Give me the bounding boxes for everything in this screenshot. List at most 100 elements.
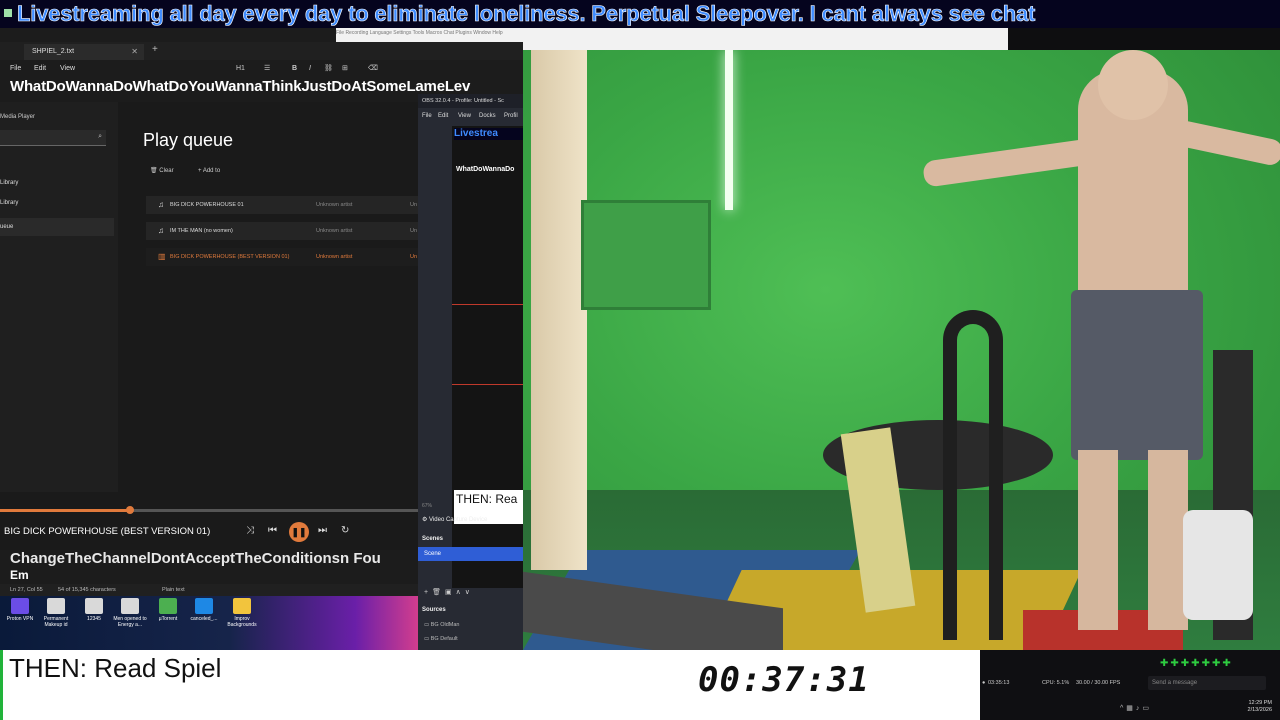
desktop-icon[interactable]: 12345 xyxy=(76,598,112,622)
clear-format-icon[interactable]: ⌫ xyxy=(368,62,378,76)
page-title: Play queue xyxy=(143,130,234,150)
add-scene-icon[interactable]: + xyxy=(424,589,432,596)
search-input[interactable]: ⌕ xyxy=(0,130,106,146)
app-shortcut-icon xyxy=(121,598,139,614)
desktop-icon[interactable]: Proton VPN xyxy=(2,598,38,622)
preview-divider xyxy=(452,384,523,385)
sidebar-item-library[interactable]: Library xyxy=(0,180,18,186)
obs-menu-view[interactable]: View xyxy=(458,110,471,122)
source-properties-label: ⚙ Video Capture Device xyxy=(418,514,523,526)
system-clock[interactable]: 12:29 PM 2/13/2026 xyxy=(1248,700,1272,714)
music-note-icon: ♫ xyxy=(158,200,164,209)
menu-edit[interactable]: Edit xyxy=(34,62,46,76)
seek-bar[interactable] xyxy=(0,506,418,514)
gear-icon[interactable]: ⚙ xyxy=(422,517,429,523)
app-icon xyxy=(4,9,12,17)
menu-file[interactable]: File xyxy=(10,62,21,76)
desktop-icon-label: Proton VPN xyxy=(6,616,34,622)
list-icon[interactable]: ☰ xyxy=(264,62,270,76)
stream-banner: Livestreaming all day every day to elimi… xyxy=(0,0,1280,28)
source-item[interactable]: ▭ BG OldMan xyxy=(424,622,459,628)
clock-time: 12:29 PM xyxy=(1248,700,1272,706)
network-icon[interactable]: ▦ xyxy=(1126,705,1136,712)
previous-icon[interactable]: ⏮︎ xyxy=(268,525,277,536)
heading-dropdown[interactable]: H1 xyxy=(236,62,245,76)
source-item[interactable]: ▭ BG Default xyxy=(424,636,458,642)
shuffle-icon[interactable]: ⤨ xyxy=(246,525,254,536)
app-shortcut-icon xyxy=(47,598,65,614)
chat-input[interactable]: Send a message xyxy=(1148,676,1266,690)
link-icon[interactable]: ⛓ xyxy=(324,62,333,76)
seek-handle[interactable] xyxy=(125,506,134,514)
notepad-tab[interactable]: SHPIEL_2.txt ✕ xyxy=(24,44,144,60)
desktop-icon[interactable]: Improv Backgrounds xyxy=(224,598,260,628)
desktop-icon-label: Improv Backgrounds xyxy=(227,616,257,628)
close-tab-icon[interactable]: ✕ xyxy=(131,44,138,60)
obs-menu-docks[interactable]: Docks xyxy=(479,110,496,122)
desktop-icon[interactable]: Men opened to Energy a... xyxy=(112,598,148,628)
preview-text: WhatDoWannaDo xyxy=(456,166,515,173)
pause-button[interactable]: ❚❚ xyxy=(289,522,309,542)
notepad-text-line[interactable]: ChangeTheChannelDontAcceptTheConditionsn… xyxy=(10,550,381,567)
filter-icon[interactable]: ▣ xyxy=(445,589,456,596)
desktop-icon[interactable]: canceled_... xyxy=(186,598,222,622)
background-window-strip xyxy=(0,28,336,42)
controller-icon: ✚ xyxy=(1170,658,1181,669)
preview-banner: Livestrea xyxy=(454,128,523,140)
queue-row-title: IM THE MAN (no women) xyxy=(170,228,233,234)
next-icon[interactable]: ⏭︎ xyxy=(318,525,327,536)
media-player-title: Media Player xyxy=(0,114,36,120)
new-tab-icon[interactable]: + xyxy=(152,44,158,55)
notepad-tab-title: SHPIEL_2.txt xyxy=(32,48,75,55)
timer-panel: 00:37:31 xyxy=(698,650,980,720)
obs-menu-profile[interactable]: Profil xyxy=(504,110,518,122)
app-shortcut-icon xyxy=(159,598,177,614)
notepad-window: SHPIEL_2.txt ✕ + File Edit View H1 ☰ B I… xyxy=(0,42,523,102)
desktop-icon-label: 12345 xyxy=(87,616,101,622)
playback-controls: BIG DICK POWERHOUSE (BEST VERSION 01) ⤨ … xyxy=(0,516,418,550)
repeat-icon[interactable]: ↻ xyxy=(341,525,349,536)
app-shortcut-icon xyxy=(85,598,103,614)
clear-button[interactable]: 🗑︎ Clear xyxy=(150,164,174,178)
equalizer-icon: ▥ xyxy=(158,252,166,261)
trash-icon: 🗑︎ xyxy=(150,168,160,174)
notepad-menubar: File Edit View H1 ☰ B I ⛓ ⊞ ⌫ xyxy=(0,62,523,76)
search-icon[interactable]: ⌕ xyxy=(98,133,102,141)
bold-icon[interactable]: B xyxy=(292,62,297,76)
italic-icon[interactable]: I xyxy=(309,62,311,76)
queue-row-extra: Un xyxy=(410,228,418,234)
now-playing-title: BIG DICK POWERHOUSE (BEST VERSION 01) xyxy=(4,526,211,537)
obs-window: OBS 32.0.4 - Profile: Untitled - Sc File… xyxy=(418,94,523,650)
table-icon[interactable]: ⊞ xyxy=(342,62,348,76)
remove-scene-icon[interactable]: 🗑︎ xyxy=(432,589,445,596)
notepad-text-line[interactable]: WhatDoWannaDoWhatDoYouWannaThinkJustDoAt… xyxy=(10,78,470,95)
air-conditioner xyxy=(581,200,711,310)
add-to-button-label: Add to xyxy=(202,168,221,174)
queue-row-now-playing[interactable]: ▥ BIG DICK POWERHOUSE (BEST VERSION 01) … xyxy=(146,248,418,266)
queue-row-extra: Un xyxy=(410,254,418,260)
play-queue-panel: Play queue 🗑︎ Clear + Add to ♫ BIG DICK … xyxy=(118,102,418,492)
queue-row[interactable]: ♫ IM THE MAN (no women) Unknown artist U… xyxy=(146,222,418,240)
obs-menu-file[interactable]: File xyxy=(422,110,432,122)
desktop-icon[interactable]: µTorrent xyxy=(150,598,186,622)
menu-view[interactable]: View xyxy=(60,62,75,76)
sidebar-item-queue[interactable]: ueue xyxy=(0,224,13,230)
desktop-icon[interactable]: Permanent Makeup id xyxy=(38,598,74,628)
queue-row-artist: Unknown artist xyxy=(316,228,353,234)
battery-icon[interactable]: ▭ xyxy=(1142,705,1152,712)
scene-item-selected[interactable]: Scene xyxy=(418,547,523,561)
move-down-icon[interactable]: ∨ xyxy=(465,589,474,596)
person-shorts xyxy=(1071,290,1203,460)
move-up-icon[interactable]: ∧ xyxy=(456,589,465,596)
add-to-button[interactable]: + Add to xyxy=(198,164,220,178)
desktop-icon-label: Permanent Makeup id xyxy=(43,616,69,628)
notepad-text-line[interactable]: Em xyxy=(10,568,29,582)
preview-divider xyxy=(452,304,523,305)
queue-row-title: BIG DICK POWERHOUSE (BEST VERSION 01) xyxy=(170,254,290,260)
notepad-statusbar: Ln 27, Col 55 54 of 15,345 characters Pl… xyxy=(0,584,418,596)
desktop-icon-label: µTorrent xyxy=(158,616,178,622)
sidebar-item-library-2[interactable]: Library xyxy=(0,200,18,206)
queue-row[interactable]: ♫ BIG DICK POWERHOUSE 01 Unknown artist … xyxy=(146,196,418,214)
obs-menu-edit[interactable]: Edit xyxy=(438,110,448,122)
white-cloth xyxy=(1183,510,1253,620)
